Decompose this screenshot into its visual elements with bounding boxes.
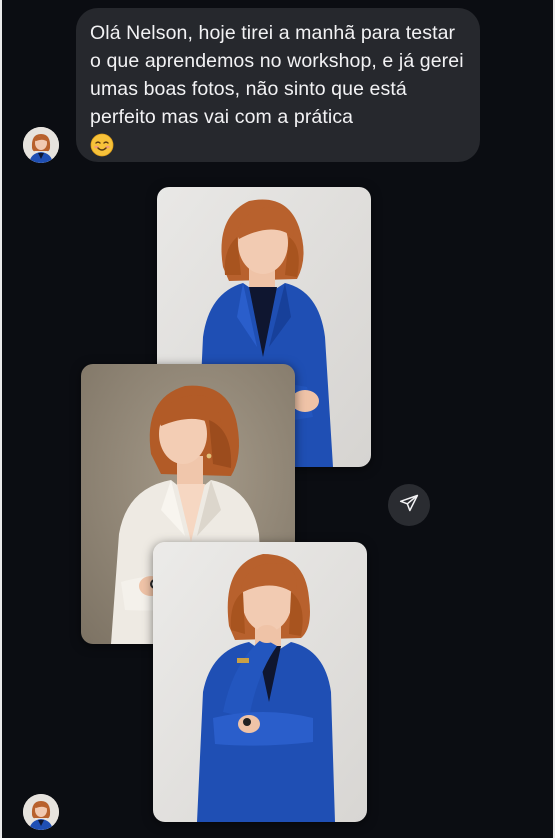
- chat-screen: Olá Nelson, hoje tirei a manhã para test…: [0, 0, 555, 838]
- message-text: Olá Nelson, hoje tirei a manhã para test…: [90, 22, 464, 128]
- smiling-face-emoji-icon: [90, 133, 114, 157]
- sender-avatar[interactable]: [23, 127, 59, 163]
- share-button[interactable]: [388, 484, 430, 526]
- sender-avatar-bottom[interactable]: [23, 794, 59, 830]
- message-bubble[interactable]: Olá Nelson, hoje tirei a manhã para test…: [76, 8, 480, 162]
- photo-blue-blazer-hand-on-chin[interactable]: [153, 542, 367, 822]
- paper-plane-icon: [399, 493, 419, 518]
